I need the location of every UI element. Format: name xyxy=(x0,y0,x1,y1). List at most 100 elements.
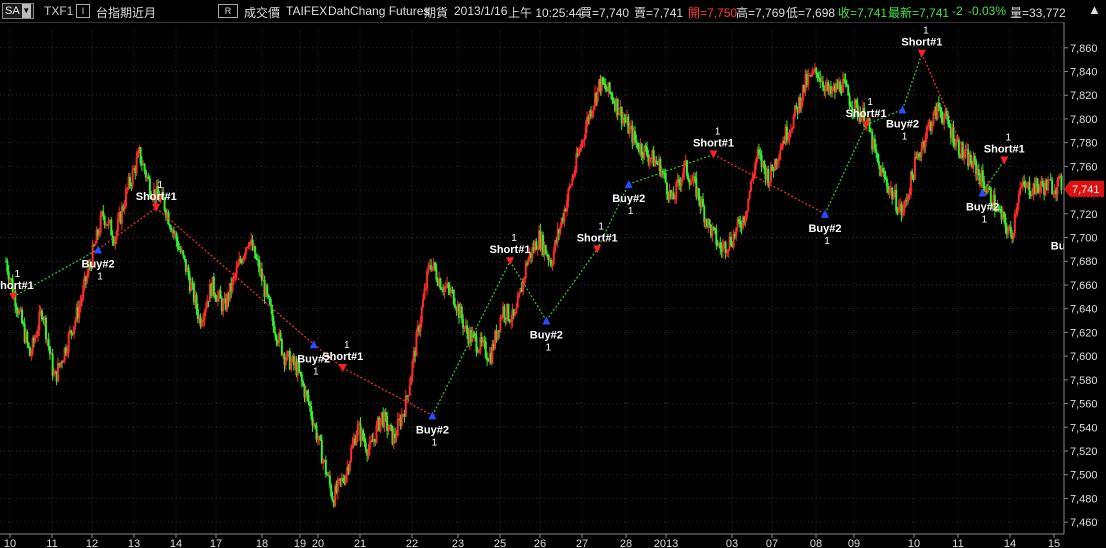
price-bar-body xyxy=(932,112,935,124)
price-bar-body xyxy=(20,309,23,323)
price-bar-body xyxy=(203,311,206,320)
price-bar-body xyxy=(368,441,371,450)
price-bar-body xyxy=(280,339,283,356)
price-bar-body xyxy=(779,149,782,159)
price-bar-body xyxy=(1015,213,1018,215)
price-bar-body xyxy=(821,81,824,88)
price-bar-body xyxy=(460,306,463,320)
price-bar-body xyxy=(855,99,858,104)
x-tick-label: 25 xyxy=(494,538,506,548)
price-bar-body xyxy=(901,211,904,216)
price-bar-body xyxy=(431,266,434,271)
price-bar-body xyxy=(56,363,59,382)
price-bar-body xyxy=(727,249,730,253)
price-bar-body xyxy=(135,157,138,174)
price-bar-body xyxy=(1041,180,1044,187)
x-tick-label: 21 xyxy=(354,538,366,548)
price-bar-body xyxy=(51,353,54,376)
price-bar-body xyxy=(892,196,895,200)
price-bar-body xyxy=(634,131,637,141)
price-bar-body xyxy=(384,412,387,416)
price-bar-body xyxy=(636,142,639,149)
price-bar-body xyxy=(176,241,179,249)
price-bar-body xyxy=(231,278,234,292)
price-bar-body xyxy=(439,278,442,290)
y-tick-label: 7,600 xyxy=(1070,351,1098,363)
buy-signal-label: Buy#2 xyxy=(530,330,563,342)
price-bar-body xyxy=(849,105,852,108)
y-tick-label: 7,800 xyxy=(1070,114,1098,126)
short-signal-marker xyxy=(338,363,347,372)
price-bar-body xyxy=(115,231,118,240)
position-link-line xyxy=(342,367,433,416)
short-signal-qty: 1 xyxy=(1005,132,1011,143)
buy-signal-qty: 1 xyxy=(628,206,634,217)
short-signal-marker xyxy=(917,49,926,58)
price-bar-body xyxy=(183,255,186,259)
x-tick-label: 14 xyxy=(1004,538,1016,548)
price-bar-body xyxy=(701,198,704,207)
x-tick-label: 09 xyxy=(848,538,860,548)
price-bar-body xyxy=(38,311,41,331)
price-chart[interactable]: Short#11Buy#21Short#11Buy#21Short#11Buy#… xyxy=(0,22,1106,548)
chevron-down-icon[interactable]: ▼ xyxy=(21,4,31,18)
price-bar-body xyxy=(26,332,29,343)
short-signal-label: Short#1 xyxy=(489,244,530,256)
price-bar-body xyxy=(379,418,382,431)
price-bar-body xyxy=(518,293,521,298)
quote-date: 2013/1/16 xyxy=(454,4,508,18)
price-bar-body xyxy=(875,149,878,153)
price-bar-body xyxy=(1028,182,1031,196)
price-bar-body xyxy=(320,440,323,464)
position-link-line xyxy=(155,207,315,345)
price-bar-body xyxy=(881,168,884,172)
y-tick-label: 7,700 xyxy=(1070,233,1098,245)
price-bar-body xyxy=(903,201,906,212)
price-bar-body xyxy=(30,353,33,357)
x-tick-label: 2013 xyxy=(654,538,678,548)
price-bar-body xyxy=(947,116,950,125)
symbol-info-icon[interactable]: I xyxy=(76,4,90,18)
price-bar-body xyxy=(708,219,711,225)
price-bar-body xyxy=(788,130,791,138)
price-bar-body xyxy=(748,191,751,199)
expand-arrow-icon[interactable]: ▲ xyxy=(1088,2,1101,17)
y-tick-label: 7,460 xyxy=(1070,517,1098,529)
y-tick-label: 7,640 xyxy=(1070,304,1098,316)
price-bar-body xyxy=(86,273,89,282)
position-link-line xyxy=(824,124,867,215)
price-bar-body xyxy=(364,442,367,451)
price-bar-body xyxy=(604,84,607,90)
price-bar-body xyxy=(883,171,886,178)
market-type: 期貨 xyxy=(424,6,449,20)
price-bar-body xyxy=(1023,181,1026,185)
price-bar-body xyxy=(70,330,73,334)
price-bar-body xyxy=(356,423,359,436)
position-link-line xyxy=(981,160,1005,193)
x-tick-label: 10 xyxy=(4,538,16,548)
price-bar-body xyxy=(200,322,203,327)
sa-selector[interactable]: SA ▼ xyxy=(2,3,34,19)
price-bar-body xyxy=(713,227,716,230)
price-bar-body xyxy=(1036,178,1039,187)
price-bar-body xyxy=(212,276,215,294)
price-bar-body xyxy=(579,148,582,151)
short-signal-label: Short#1 xyxy=(577,232,618,244)
price-type-icon[interactable]: R xyxy=(218,4,238,18)
price-bar-body xyxy=(888,189,891,193)
price-bar-body xyxy=(124,189,127,207)
price-bar-body xyxy=(279,332,282,340)
price-bar-body xyxy=(602,77,605,84)
price-bar-body xyxy=(924,138,927,147)
short-signal-qty: 1 xyxy=(598,221,604,232)
price-bar-body xyxy=(547,255,550,261)
price-bar-body xyxy=(410,376,413,385)
price-bar-body xyxy=(168,224,171,228)
price-bar-body xyxy=(62,360,65,363)
price-bar-body xyxy=(311,416,314,426)
price-bar-body xyxy=(681,173,684,179)
price-bar-body xyxy=(816,72,819,78)
price-bar-body xyxy=(243,254,246,258)
price-bar-body xyxy=(307,394,310,403)
price-bar-body xyxy=(744,216,747,223)
